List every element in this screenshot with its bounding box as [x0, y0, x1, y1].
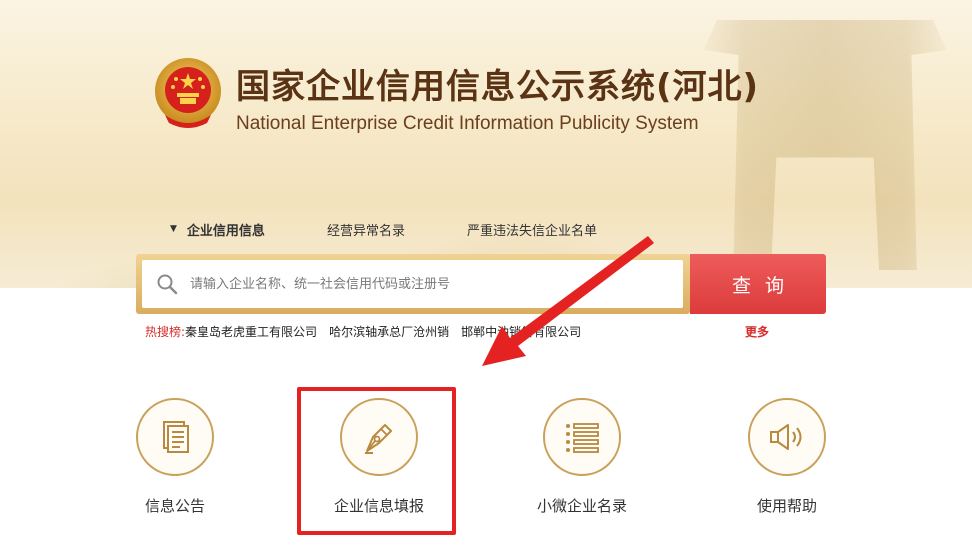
document-icon [163, 421, 189, 453]
more-link[interactable]: 更多 [745, 323, 769, 341]
search-icon [157, 274, 178, 295]
tile-circle [340, 398, 418, 476]
caret-down-icon: ▼ [170, 224, 177, 234]
national-emblem-icon [155, 58, 221, 128]
hot-search-item[interactable]: 秦皇岛老虎重工有限公司 [185, 323, 317, 341]
site-subtitle: National Enterprise Credit Information P… [236, 113, 699, 134]
hot-search-label: 热搜榜: [145, 325, 186, 339]
tile-small-micro-enterprises[interactable]: 小微企业名录 [502, 395, 662, 525]
tab-label: 企业信用信息 [186, 223, 265, 239]
tile-label: 使用帮助 [756, 497, 817, 515]
speaker-icon [770, 424, 802, 450]
tab-enterprise-credit[interactable]: ▼ 企业信用信息 [170, 220, 265, 239]
tile-circle [543, 398, 621, 476]
tile-label: 企业信息填报 [333, 497, 424, 515]
pen-nib-icon [365, 424, 392, 454]
tile-label: 小微企业名录 [536, 497, 627, 515]
tile-information-notice[interactable]: 信息公告 [95, 395, 255, 525]
tile-help[interactable]: 使用帮助 [707, 395, 867, 525]
tile-label: 信息公告 [144, 497, 205, 515]
tile-circle [136, 398, 214, 476]
site-title: 国家企业信用信息公示系统(河北) [236, 67, 760, 107]
tile-enterprise-report[interactable]: 企业信息填报 [299, 395, 459, 525]
list-icon [566, 423, 599, 453]
tab-abnormal-operations[interactable]: 经营异常名录 [327, 220, 405, 239]
tile-circle [748, 398, 826, 476]
hot-search-item[interactable]: 哈尔滨轴承总厂沧州销 [329, 323, 449, 341]
search-button[interactable]: 查询 [690, 254, 826, 314]
annotation-arrow-icon [482, 236, 654, 366]
